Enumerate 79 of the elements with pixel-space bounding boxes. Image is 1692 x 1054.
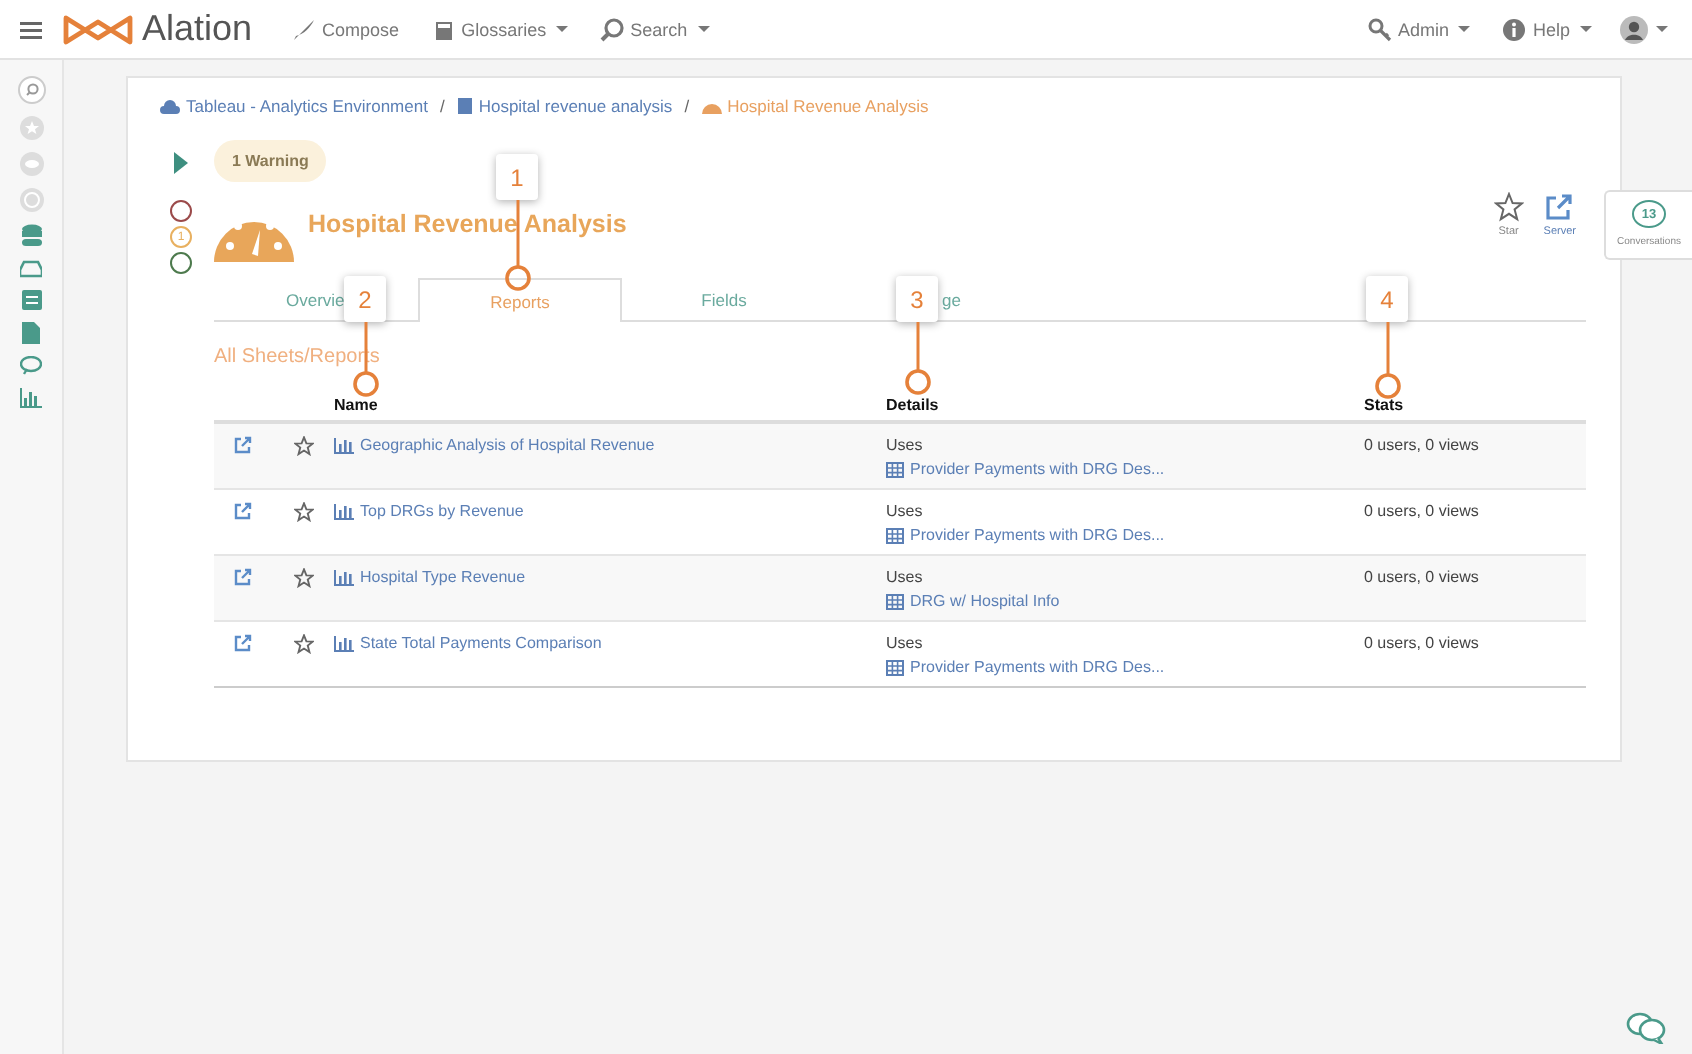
star-icon[interactable] [294, 436, 314, 456]
speech-bubble-icon[interactable] [20, 356, 42, 376]
nav-menu-item[interactable]: Glossaries [419, 17, 581, 41]
external-link-icon [1544, 192, 1575, 222]
breadcrumb-separator: / [439, 96, 445, 116]
external-link-icon[interactable] [234, 634, 252, 652]
external-link-icon[interactable] [234, 436, 252, 454]
bar-chart-icon [334, 635, 354, 651]
search-icon [600, 17, 625, 41]
user-menu[interactable] [1620, 15, 1668, 43]
source-link[interactable]: Provider Payments with DRG Des... [886, 658, 1364, 676]
brand-name[interactable]: Alation [142, 8, 253, 50]
callout-number: 4 [1366, 276, 1408, 322]
document-icon[interactable] [22, 322, 40, 344]
bar-chart-icon [334, 503, 354, 519]
caret-icon [697, 26, 710, 32]
caret-icon [556, 26, 569, 32]
star-icon[interactable] [294, 502, 314, 522]
report-link[interactable]: State Total Payments Comparison [334, 634, 886, 652]
source-link[interactable]: DRG w/ Hospital Info [886, 592, 1364, 610]
table-icon [886, 659, 904, 675]
book-icon [456, 97, 473, 115]
search-icon[interactable] [17, 76, 45, 104]
star-icon[interactable] [294, 568, 314, 588]
table-icon [886, 461, 904, 477]
star-icon[interactable] [294, 634, 314, 654]
caret-icon [1656, 26, 1668, 32]
caret-icon [1458, 26, 1471, 32]
nav-menu-item[interactable]: Help [1490, 17, 1604, 41]
bar-chart-icon [334, 569, 354, 585]
tab[interactable]: Reports [418, 278, 622, 322]
table-icon[interactable] [21, 290, 41, 310]
info-icon [1502, 17, 1527, 41]
warning-badge[interactable]: 1 Warning [214, 140, 327, 182]
external-link-icon[interactable] [234, 568, 252, 586]
breadcrumb-link[interactable]: Hospital Revenue Analysis [701, 96, 929, 116]
details-label: Uses [886, 436, 925, 454]
play-icon[interactable] [174, 152, 188, 174]
gauge-icon [701, 98, 722, 114]
stats-text: 0 users, 0 views [1364, 502, 1481, 520]
callout-number: 2 [344, 276, 386, 322]
star-icon [1493, 192, 1524, 222]
stats-text: 0 users, 0 views [1364, 568, 1481, 586]
breadcrumb-link[interactable]: Hospital revenue analysis [456, 96, 673, 116]
feather-icon [292, 17, 317, 41]
nav-menu-item[interactable]: Compose [280, 17, 412, 41]
database-icon[interactable] [21, 224, 41, 248]
breadcrumb-link[interactable]: Tableau - Analytics Environment [160, 96, 428, 116]
bar-chart-icon [334, 437, 354, 453]
menu-icon[interactable] [20, 19, 42, 39]
table-icon [886, 593, 904, 609]
nav-menu-item[interactable]: Search [588, 17, 722, 41]
callout-number: 1 [496, 154, 538, 200]
logo-icon[interactable] [62, 13, 134, 45]
callout-pointer [903, 322, 931, 396]
source-link[interactable]: Provider Payments with DRG Des... [886, 460, 1364, 478]
key-icon [1367, 17, 1392, 41]
drive-icon[interactable] [20, 260, 42, 278]
nav-menu-item[interactable]: Admin [1355, 17, 1483, 41]
stats-text: 0 users, 0 views [1364, 436, 1481, 454]
avatar-icon [1620, 15, 1648, 43]
cloud-icon [160, 99, 180, 113]
bar-chart-icon[interactable] [20, 388, 42, 408]
source-link[interactable]: Provider Payments with DRG Des... [886, 526, 1364, 544]
external-link-icon[interactable] [234, 502, 252, 520]
details-label: Uses [886, 502, 925, 520]
book-icon [431, 17, 456, 41]
caret-icon [1580, 26, 1592, 32]
callout-number: 3 [896, 276, 938, 322]
details-label: Uses [886, 568, 925, 586]
details-label: Uses [886, 634, 925, 652]
table-icon [886, 527, 904, 543]
breadcrumb-separator: / [684, 96, 690, 116]
callout-pointer [1373, 322, 1401, 400]
report-link[interactable]: Top DRGs by Revenue [334, 502, 886, 520]
tab[interactable]: Fields [622, 278, 826, 320]
stats-text: 0 users, 0 views [1364, 634, 1481, 652]
chat-icon[interactable] [1626, 1012, 1666, 1044]
star-icon[interactable] [19, 116, 43, 140]
